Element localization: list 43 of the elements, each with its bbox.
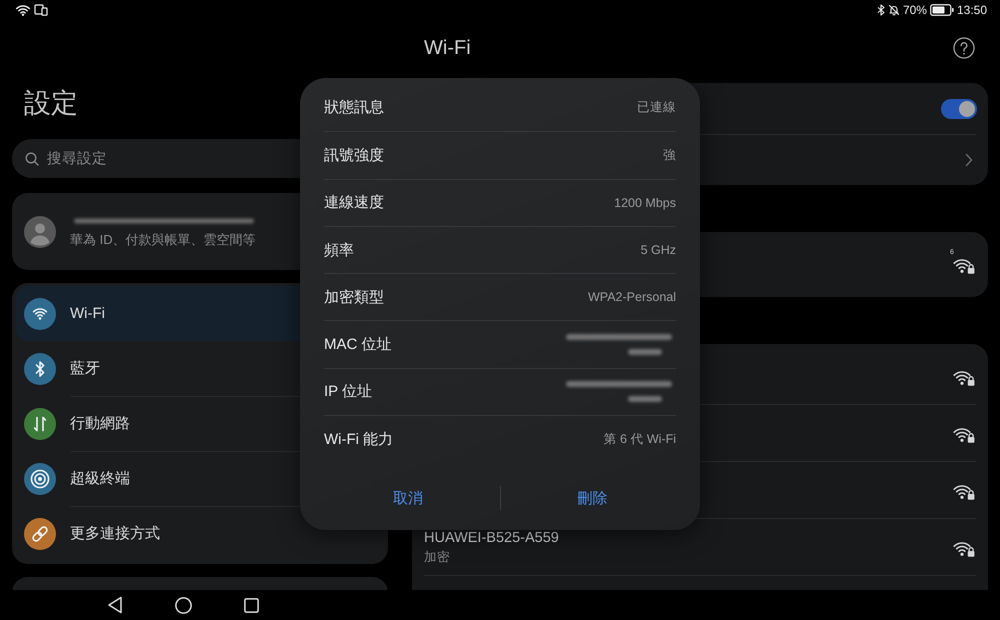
info-value: 1200 Mbps — [614, 196, 676, 210]
account-card[interactable]: 華為 ID、付款與帳單、雲空間等 — [12, 193, 300, 270]
search-icon — [25, 152, 39, 166]
network-security: 加密 — [424, 549, 450, 566]
info-label: 狀態訊息 — [324, 98, 384, 118]
bluetooth-icon — [876, 4, 885, 16]
home-icon[interactable] — [175, 596, 192, 614]
info-label: IP 位址 — [324, 382, 372, 402]
info-label: MAC 位址 — [324, 335, 392, 354]
info-label: 頻率 — [324, 240, 354, 260]
info-label: 訊號強度 — [324, 146, 384, 165]
info-label: 連線速度 — [324, 193, 384, 212]
search-field[interactable]: 搜尋設定 — [12, 139, 300, 178]
info-label: 加密類型 — [324, 288, 384, 307]
back-icon[interactable] — [107, 596, 123, 614]
help-icon[interactable] — [953, 37, 975, 59]
sidebar-item[interactable]: 藍牙 — [16, 341, 300, 396]
page-title: 設定 — [24, 87, 78, 120]
devices-icon — [34, 4, 48, 16]
wifi-icon — [15, 4, 31, 16]
avatar-icon — [24, 216, 56, 248]
sidebar-item[interactable]: 行動網路 — [16, 396, 300, 451]
sidebar-item[interactable]: 更多連接方式 — [16, 506, 300, 561]
info-value: 5 GHz — [640, 243, 676, 258]
battery-icon — [930, 4, 954, 16]
recents-icon[interactable] — [244, 598, 259, 612]
info-value: WPA2-Personal — [588, 290, 676, 304]
sidebar-item[interactable]: 超級終端 — [16, 451, 300, 506]
bell-off-icon — [888, 4, 900, 16]
dialog-button[interactable]: 刪除 — [500, 478, 684, 518]
network-name[interactable]: HUAWEI-B525-A559 — [424, 529, 559, 548]
dialog-button[interactable]: 取消 — [316, 478, 500, 518]
info-value: 第 6 代 Wi-Fi — [603, 430, 676, 448]
account-subtitle: 華為 ID、付款與帳單、雲空間等 — [70, 231, 257, 248]
panel-title: Wi-Fi — [424, 36, 471, 60]
clock-time: 13:50 — [956, 3, 987, 17]
info-label: Wi-Fi 能力 — [324, 430, 394, 449]
info-value: 強 — [663, 146, 676, 164]
chevron-right-icon[interactable] — [965, 152, 973, 166]
info-value: 已連線 — [637, 99, 676, 116]
battery-percent: 70% — [902, 3, 927, 17]
sidebar-item[interactable]: Wi-Fi — [16, 286, 300, 341]
toggle-switch[interactable] — [941, 98, 977, 118]
